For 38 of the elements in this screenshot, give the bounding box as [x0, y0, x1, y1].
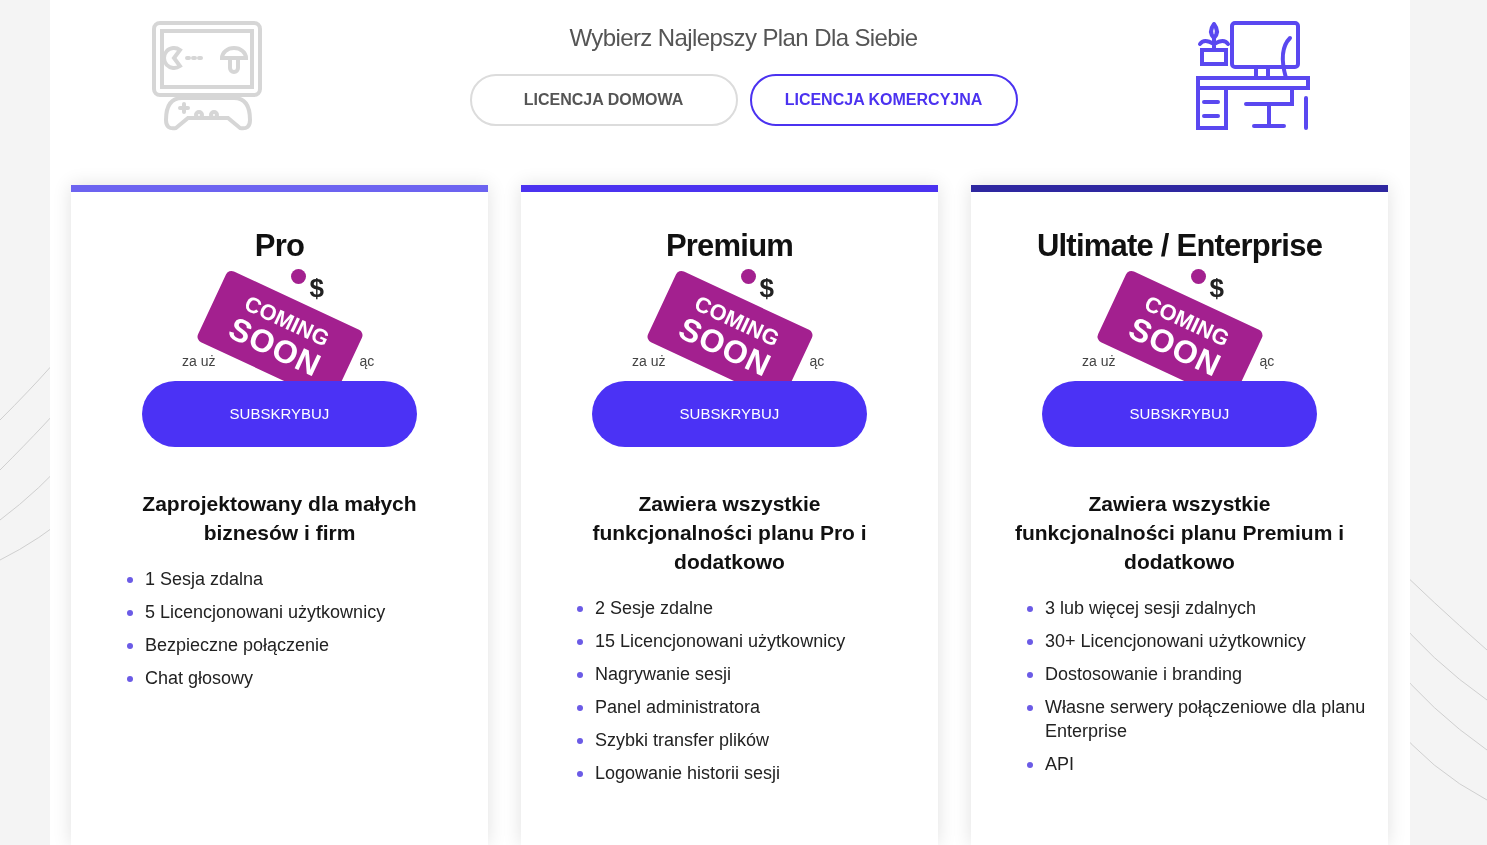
license-tab[interactable]: LICENCJA KOMERCYJNA [749, 74, 1018, 126]
feature-text: Szybki transfer plików [595, 729, 770, 752]
feature-text: 3 lub więcej sesji zdalnych [1045, 597, 1257, 620]
price-period: ąc [359, 353, 375, 369]
desk-computer-icon [1196, 20, 1310, 130]
plan-description: Zawiera wszystkie funkcjonalności planu Pro i dodatkowo [591, 491, 868, 575]
plan-description: Zaprojektowany dla małych biznesów i firm [141, 491, 418, 546]
price-period: ąc [809, 353, 825, 369]
feature-text: 5 Licencjonowani użytkownicy [145, 601, 386, 624]
plan-name: Ultimate / Enterprise [1036, 227, 1323, 265]
license-tab[interactable]: LICENCJA DOMOWA [469, 74, 738, 126]
sign-pin [1190, 269, 1206, 284]
game-screen-icon [152, 20, 264, 132]
plan-description: Zawiera wszystkie funkcjonalności planu Premium i dodatkowo [1014, 491, 1345, 575]
page-title: Wybierz Najlepszy Plan Dla Siebie [569, 23, 918, 53]
feature-text: Chat głosowy [145, 667, 254, 690]
price-period: za uż [182, 353, 216, 369]
sign-pin [290, 269, 306, 284]
subscribe-button[interactable]: SUBSKRYBUJ [142, 381, 417, 447]
feature-text: Własne serwery połączeniowe dla planu Enterprise [1045, 696, 1367, 743]
price-period: ąc [1259, 353, 1275, 369]
feature-text: API [1045, 753, 1074, 776]
subscribe-button[interactable]: SUBSKRYBUJ [1042, 381, 1317, 447]
feature-text: 1 Sesja zdalna [145, 568, 264, 591]
feature-text: 2 Sesje zdalne [595, 597, 714, 620]
feature-text: Nagrywanie sesji [595, 663, 732, 686]
feature-text: Logowanie historii sesji [595, 762, 781, 785]
feature-text: 30+ Licencjonowani użytkownicy [1045, 630, 1306, 653]
plan-name: Premium [665, 227, 794, 265]
price-period: za uż [1082, 353, 1116, 369]
price-period: za uż [632, 353, 666, 369]
feature-text: Dostosowanie i branding [1045, 663, 1243, 686]
feature-text: Bezpieczne połączenie [145, 634, 330, 657]
plan-name: Pro [254, 227, 305, 265]
sign-pin [740, 269, 756, 284]
subscribe-button[interactable]: SUBSKRYBUJ [592, 381, 867, 447]
feature-text: 15 Licencjonowani użytkownicy [595, 630, 846, 653]
feature-text: Panel administratora [595, 696, 761, 719]
